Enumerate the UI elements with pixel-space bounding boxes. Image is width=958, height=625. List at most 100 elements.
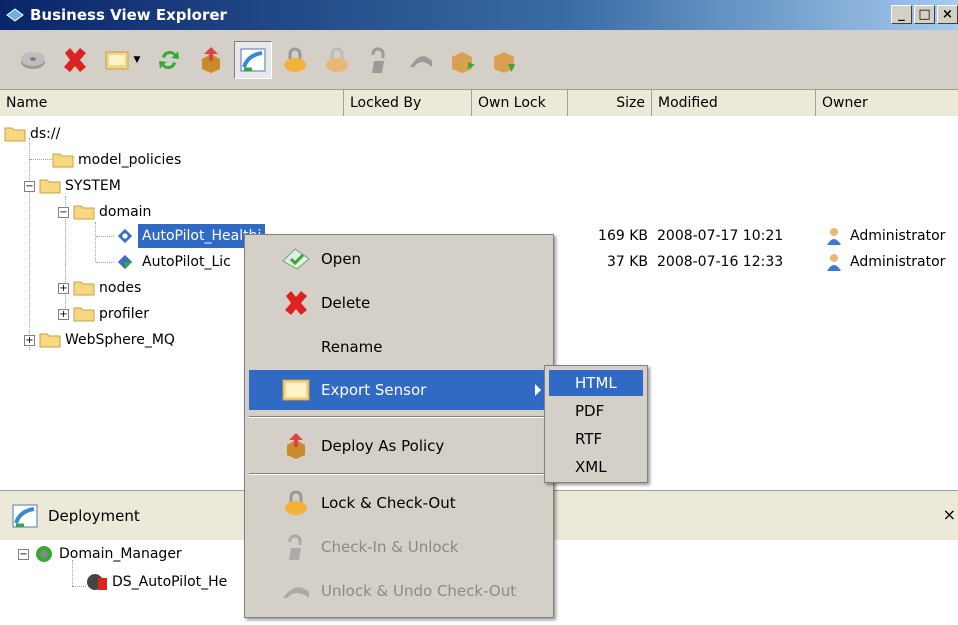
menu-label: Lock & Check-Out xyxy=(321,494,456,512)
tree-label: model_policies xyxy=(78,152,182,168)
tree-label: DS_AutoPilot_He xyxy=(112,574,228,590)
column-own-lock[interactable]: Own Lock xyxy=(472,90,568,116)
export-submenu: HTML PDF RTF XML xyxy=(544,365,648,483)
user-icon xyxy=(827,228,841,245)
tree-node-system[interactable]: − SYSTEM xyxy=(24,174,121,198)
tree-label: Domain_Manager xyxy=(59,546,182,562)
tree-node-model-policies[interactable]: model_policies xyxy=(52,148,181,172)
deployment-view-button[interactable] xyxy=(234,40,272,79)
tree-label: ds:// xyxy=(30,126,61,142)
folder-icon xyxy=(52,153,74,168)
menu-item-delete[interactable]: Delete xyxy=(249,283,549,323)
export-button[interactable] xyxy=(486,41,524,79)
owner-cell: Administrator xyxy=(826,224,945,248)
modified-cell: 2008-07-16 12:33 xyxy=(657,254,784,270)
menu-item-checkin-unlock[interactable]: Check-In & Unlock xyxy=(249,527,549,567)
undo-icon xyxy=(283,587,309,598)
submenu-item-xml[interactable]: XML xyxy=(549,454,643,480)
tree-node-domain-manager[interactable]: − Domain_Manager xyxy=(18,542,182,566)
app-icon xyxy=(6,8,24,22)
menu-label: Rename xyxy=(321,338,383,356)
lock-checkout-button[interactable] xyxy=(318,41,356,79)
tree-node-nodes[interactable]: + nodes xyxy=(58,276,141,300)
deployment-icon xyxy=(12,504,38,527)
owner-cell: Administrator xyxy=(826,250,945,274)
menu-label: Deploy As Policy xyxy=(321,437,445,455)
collapse-toggle[interactable]: − xyxy=(24,180,35,192)
export-folder-icon xyxy=(282,379,310,401)
lock-button[interactable] xyxy=(276,41,314,79)
column-owner[interactable]: Owner xyxy=(816,90,958,116)
size-cell: 169 KB xyxy=(598,228,648,244)
menu-item-deploy-as-policy[interactable]: Deploy As Policy xyxy=(249,426,549,466)
unlock-icon xyxy=(288,534,302,560)
folder-icon xyxy=(39,179,61,194)
tree-node-domain[interactable]: − domain xyxy=(58,200,151,224)
disk-button[interactable] xyxy=(14,41,52,79)
tree-node-ds-autopilot[interactable]: DS_AutoPilot_He xyxy=(86,570,227,594)
refresh-icon xyxy=(159,50,179,69)
tree-node-autopilot-health[interactable]: AutoPilot_Healthi xyxy=(116,224,266,248)
title-bar: Business View Explorer _ □ × xyxy=(0,0,958,30)
deployment-title: Deployment xyxy=(48,506,140,525)
menu-item-open[interactable]: Open xyxy=(249,239,549,279)
menu-label: Open xyxy=(321,250,362,268)
export-folder-button[interactable]: ▼ xyxy=(98,41,146,79)
collapse-toggle[interactable]: − xyxy=(18,548,29,560)
context-menu: Open Delete Rename Export Sensor Deploy … xyxy=(244,234,554,618)
close-panel-button[interactable]: × xyxy=(943,505,956,524)
menu-label: Delete xyxy=(321,294,371,312)
deploy-button[interactable] xyxy=(192,41,230,79)
export-icon xyxy=(494,51,515,73)
minimize-button[interactable]: _ xyxy=(891,5,912,24)
window-title: Business View Explorer xyxy=(30,6,227,24)
checkin-unlock-button[interactable] xyxy=(360,41,398,79)
column-locked-by[interactable]: Locked By xyxy=(344,90,472,116)
refresh-button[interactable] xyxy=(150,41,188,79)
expand-toggle[interactable]: + xyxy=(58,308,69,320)
owner-label: Administrator xyxy=(850,254,946,270)
deploy-icon xyxy=(202,46,220,73)
tree-node-root[interactable]: ds:// xyxy=(4,122,60,146)
menu-separator xyxy=(249,416,549,418)
open-icon xyxy=(282,248,310,270)
deploy-icon xyxy=(287,433,305,459)
collapse-toggle[interactable]: − xyxy=(58,206,69,218)
folder-icon xyxy=(73,281,95,296)
delete-button[interactable] xyxy=(56,41,94,79)
tree-label: SYSTEM xyxy=(65,178,121,194)
tree-label: profiler xyxy=(99,306,149,322)
column-headers: Name Locked By Own Lock Size Modified Ow… xyxy=(0,90,958,116)
import-button[interactable] xyxy=(444,41,482,79)
submenu-item-rtf[interactable]: RTF xyxy=(549,426,643,452)
column-modified[interactable]: Modified xyxy=(652,90,816,116)
submenu-item-pdf[interactable]: PDF xyxy=(549,398,643,424)
column-name[interactable]: Name xyxy=(0,90,344,116)
tree-node-profiler[interactable]: + profiler xyxy=(58,302,149,326)
menu-item-unlock-undo[interactable]: Unlock & Undo Check-Out xyxy=(249,571,549,611)
export-folder-icon xyxy=(105,51,129,69)
tree-node-autopilot-lic[interactable]: AutoPilot_Lic xyxy=(116,250,231,274)
menu-item-export-sensor[interactable]: Export Sensor xyxy=(249,370,549,410)
folder-icon xyxy=(73,205,95,220)
tree-node-websphere[interactable]: + WebSphere_MQ xyxy=(24,328,175,352)
sensor-icon xyxy=(117,254,133,270)
expand-toggle[interactable]: + xyxy=(24,334,35,346)
menu-separator xyxy=(249,473,549,475)
submenu-arrow-icon xyxy=(535,384,541,396)
maximize-button[interactable]: □ xyxy=(914,5,935,24)
undo-checkout-icon xyxy=(410,55,432,67)
folder-icon xyxy=(39,333,61,348)
undo-checkout-button[interactable] xyxy=(402,41,440,79)
folder-icon xyxy=(73,307,95,322)
column-size[interactable]: Size xyxy=(568,90,652,116)
lock-icon xyxy=(285,490,307,515)
tree-label: nodes xyxy=(99,280,142,296)
close-window-button[interactable]: × xyxy=(937,5,958,24)
menu-item-lock-checkout[interactable]: Lock & Check-Out xyxy=(249,483,549,523)
submenu-item-html[interactable]: HTML xyxy=(549,370,643,396)
expand-toggle[interactable]: + xyxy=(58,282,69,294)
lock-checkout-icon xyxy=(326,47,348,72)
menu-item-rename[interactable]: Rename xyxy=(249,327,549,367)
disk-icon xyxy=(21,51,45,69)
